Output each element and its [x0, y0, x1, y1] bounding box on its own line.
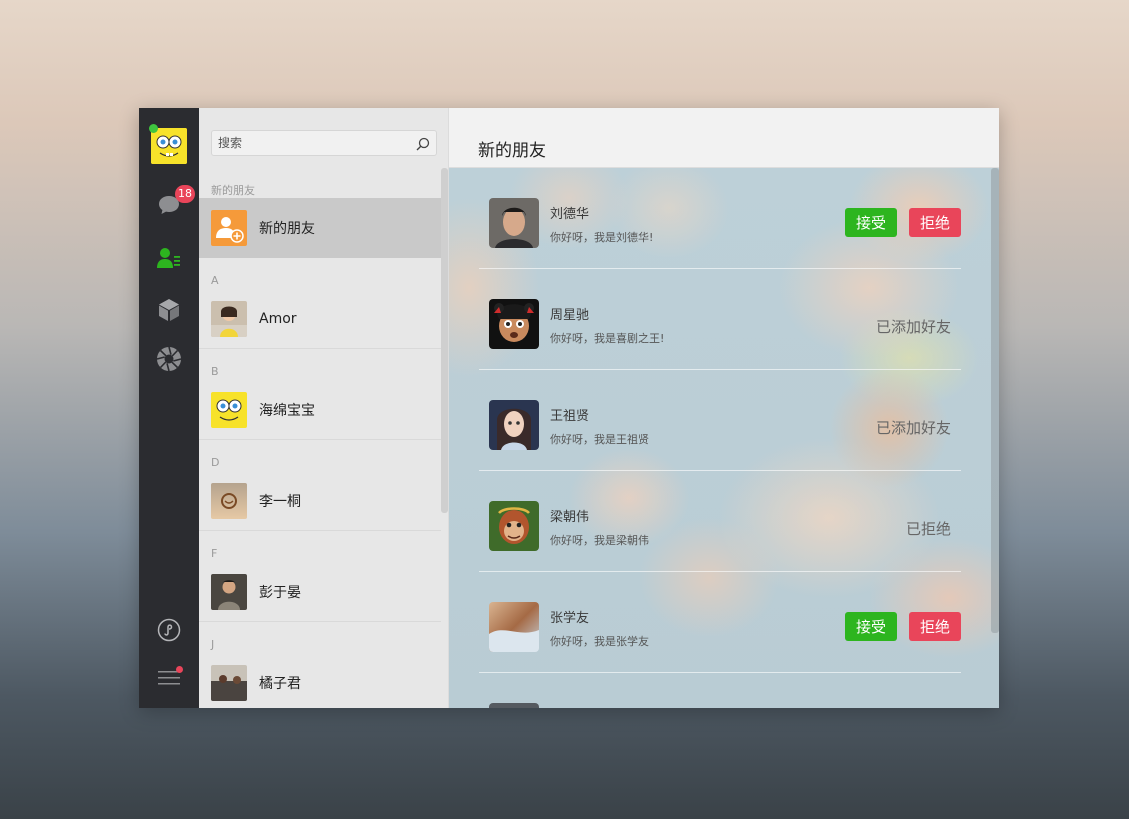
list-item-contact[interactable]: 彭于晏 — [199, 562, 441, 622]
accept-button[interactable]: 接受 — [845, 612, 897, 641]
section-letter: J — [211, 638, 215, 651]
list-item-contact[interactable]: 橘子君 — [199, 653, 441, 708]
request-message: 你好呀，我是刘德华! — [550, 231, 654, 244]
contact-name: 彭于晏 — [259, 584, 301, 601]
section-letter: A — [211, 274, 219, 287]
list-item-contact[interactable]: 海绵宝宝 — [199, 380, 441, 440]
friend-request-item: 王祖贤 你好呀，我是王祖贤 已添加好友 — [479, 370, 961, 471]
request-status: 已添加好友 — [875, 318, 951, 336]
request-message: 你好呀，我是王祖贤 — [550, 433, 649, 446]
friend-request-item: 刘德华 你好呀，我是刘德华! 接受 拒绝 — [479, 168, 961, 269]
unread-badge: 18 — [175, 185, 195, 203]
reject-button[interactable]: 拒绝 — [909, 208, 961, 237]
avatar — [489, 299, 539, 349]
icon-rail: 18 — [139, 108, 199, 708]
friend-request-item: 张学友 你好呀，我是张学友 接受 拒绝 — [479, 572, 961, 673]
requester-name: 刘德华 — [550, 207, 590, 222]
avatar — [211, 573, 247, 610]
avatar — [489, 198, 539, 248]
search-box[interactable] — [211, 130, 437, 156]
main-panel: 新的朋友 刘德华 你好呀，我是刘德华! 接受 拒绝 周星驰 你好呀，我是喜剧之王… — [449, 108, 999, 708]
friend-request-item: 周星驰 你好呀，我是喜剧之王! 已添加好友 — [479, 269, 961, 370]
contact-list-panel: 新的朋友 新的朋友 A Amor B 海绵宝宝 D 李一桐 — [199, 108, 449, 708]
friend-requests-area: 刘德华 你好呀，我是刘德华! 接受 拒绝 周星驰 你好呀，我是喜剧之王! 已添加… — [449, 168, 999, 708]
page-title: 新的朋友 — [449, 108, 999, 168]
aperture-icon[interactable] — [154, 344, 184, 374]
requester-name: 王祖贤 — [550, 409, 590, 424]
mini-program-icon[interactable] — [154, 615, 184, 645]
request-message: 你好呀，我是梁朝伟 — [550, 534, 649, 547]
request-message: 你好呀，我是喜剧之王! — [550, 332, 665, 345]
avatar — [211, 391, 247, 428]
user-avatar[interactable] — [151, 128, 187, 164]
cube-icon[interactable] — [154, 295, 184, 325]
list-item-new-friends[interactable]: 新的朋友 — [199, 198, 441, 258]
menu-notification-dot — [176, 666, 183, 673]
avatar — [489, 602, 539, 652]
online-status-dot — [149, 124, 158, 133]
list-scrollbar[interactable] — [441, 168, 448, 513]
search-input[interactable] — [212, 131, 402, 155]
avatar — [211, 664, 247, 701]
requester-name: 梁朝伟 — [550, 510, 590, 525]
avatar — [489, 501, 539, 551]
section-letter: F — [211, 547, 218, 560]
section-letter: D — [211, 456, 220, 469]
requester-name: 周星驰 — [550, 308, 590, 323]
friend-request-item — [479, 673, 961, 708]
contacts-icon[interactable] — [154, 243, 184, 273]
avatar — [489, 703, 539, 708]
request-status: 已拒绝 — [905, 520, 951, 538]
requester-name: 张学友 — [550, 611, 590, 626]
section-letter: B — [211, 365, 219, 378]
request-message: 你好呀，我是张学友 — [550, 635, 649, 648]
avatar — [211, 482, 247, 519]
list-item-label: 新的朋友 — [259, 220, 315, 237]
new-friend-icon — [211, 209, 247, 246]
reject-button[interactable]: 拒绝 — [909, 612, 961, 641]
contact-name: 海绵宝宝 — [259, 402, 315, 419]
request-status: 已添加好友 — [875, 419, 951, 437]
list-item-contact[interactable]: Amor — [199, 289, 441, 349]
contact-name: 李一桐 — [259, 493, 301, 510]
list-item-contact[interactable]: 李一桐 — [199, 471, 441, 531]
main-scrollbar[interactable] — [991, 168, 999, 633]
section-label-new-friends: 新的朋友 — [211, 184, 255, 197]
accept-button[interactable]: 接受 — [845, 208, 897, 237]
search-icon[interactable] — [416, 136, 430, 155]
avatar — [211, 300, 247, 337]
chat-window: 18 新的朋友 新的朋友 — [139, 108, 999, 708]
avatar — [489, 400, 539, 450]
contact-name: Amor — [259, 310, 297, 327]
contact-name: 橘子君 — [259, 675, 301, 692]
friend-request-item: 梁朝伟 你好呀，我是梁朝伟 已拒绝 — [479, 471, 961, 572]
